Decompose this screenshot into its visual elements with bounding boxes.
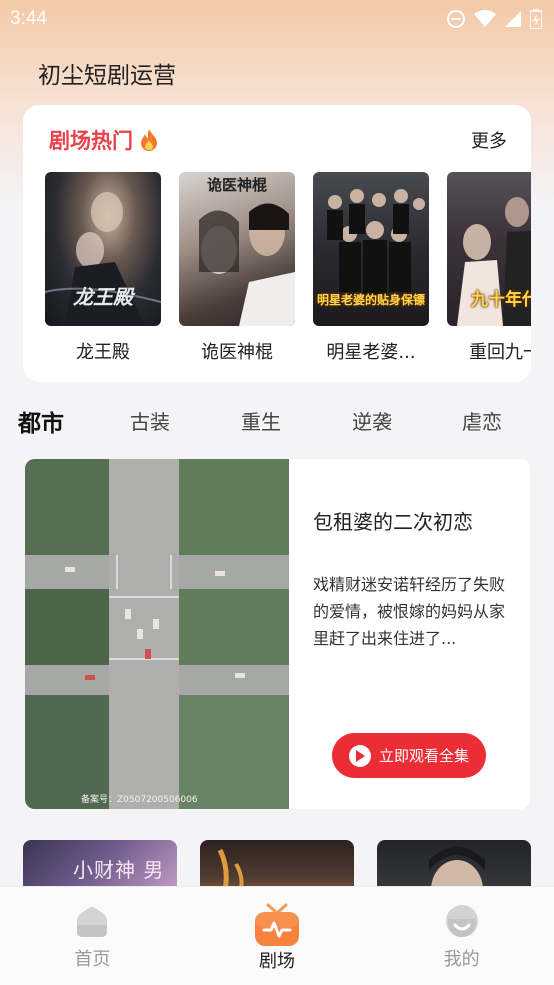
hot-header: 剧场热门 更多 [49,125,507,155]
drama-item[interactable]: 明星老婆的贴身保镖 明星老婆... [313,172,429,372]
nav-theater[interactable]: 剧场 [217,887,337,973]
image-caption: 备案号：Z0507200506006 [81,795,198,805]
signal-icon [505,11,521,27]
drama-item[interactable]: 诡医神棍 诡医神棍 [179,172,295,372]
nav-profile-label: 我的 [443,949,480,970]
hot-title-text: 剧场热门 [49,129,133,153]
home-icon [77,907,108,937]
category-tabs: 都市 古装 重生 逆袭 虐恋 [18,402,538,438]
do-not-disturb-icon [447,10,465,28]
drama-poster[interactable]: 九十年代 [447,172,531,326]
drama-name: 重回九一 [469,342,531,363]
status-icons [446,9,542,29]
battery-icon [530,9,542,29]
poster-caption: 明星老婆的贴身保镖 [316,293,425,307]
bottom-navigation: 首页 剧场 我的 [0,886,554,985]
status-time: 3:44 [10,8,47,29]
fire-icon [141,129,157,151]
hot-title: 剧场热门 [49,125,159,155]
nav-profile[interactable]: 我的 [402,887,522,971]
drama-name: 龙王殿 [76,342,130,363]
poster-caption: 龙王殿 [73,285,133,309]
drama-item[interactable]: 九十年代 重回九一 [447,172,531,372]
nav-theater-label: 剧场 [258,951,295,972]
watch-full-series-button[interactable]: 立即观看全集 [332,733,486,778]
tab-chongsheng[interactable]: 重生 [241,406,281,435]
poster-caption: 诡医神棍 [206,176,267,194]
featured-drama-title: 包租婆的二次初恋 [313,510,473,534]
tab-nuelian[interactable]: 虐恋 [462,406,502,435]
featured-drama-card[interactable]: 备案号：Z0507200506006 包租婆的二次初恋 戏精财迷安诺轩经历了失败… [25,459,530,809]
tab-dushi[interactable]: 都市 [18,404,64,438]
play-icon [348,744,371,767]
hot-dramas-card: 剧场热门 更多 龙王殿 龙王殿 诡医神棍 诡医神棍 明星老婆的贴身保镖 明星老婆… [23,105,531,382]
more-link[interactable]: 更多 [471,127,507,153]
app-title: 初尘短剧运营 [38,63,176,89]
profile-icon [445,905,478,937]
tab-guzhuang[interactable]: 古装 [130,406,170,435]
nav-home[interactable]: 首页 [32,887,152,971]
drama-poster[interactable]: 明星老婆的贴身保镖 [313,172,429,326]
featured-drama-image[interactable]: 备案号：Z0507200506006 [25,459,289,809]
drama-poster[interactable]: 诡医神棍 [179,172,295,326]
poster-caption: 九十年代 [471,290,531,310]
theater-icon [254,903,299,946]
wifi-icon [474,10,496,27]
drama-item[interactable]: 龙王殿 龙王殿 [45,172,161,372]
watch-button-label: 立即观看全集 [378,747,469,765]
tab-nixi[interactable]: 逆袭 [352,406,392,435]
status-bar: 3:44 [0,0,554,38]
nav-home-label: 首页 [74,949,111,970]
drama-name: 明星老婆... [326,342,416,363]
featured-drama-description: 戏精财迷安诺轩经历了失败的爱情，被恨嫁的妈妈从家里赶了出来住进了... [313,575,506,648]
drama-poster[interactable]: 龙王殿 [45,172,161,326]
drama-name: 诡医神棍 [201,342,273,363]
hot-drama-list: 龙王殿 龙王殿 诡医神棍 诡医神棍 明星老婆的贴身保镖 明星老婆... 九十年代… [45,172,531,372]
